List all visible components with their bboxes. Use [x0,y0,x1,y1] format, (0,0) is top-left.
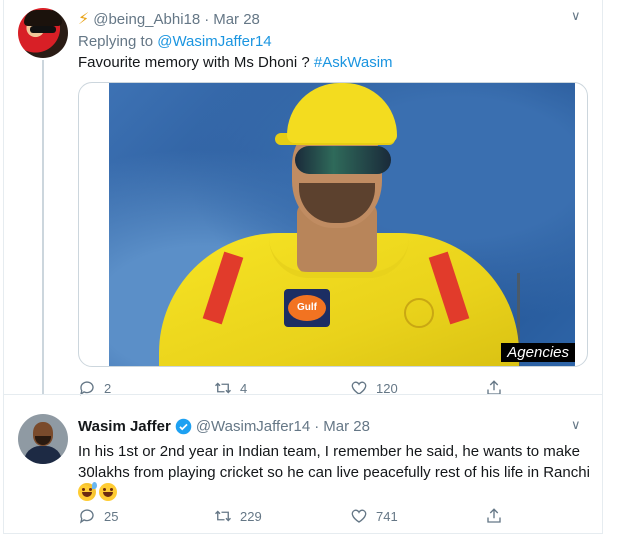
replying-to-line: Replying to @WasimJaffer14 [78,33,272,50]
tweet1-username[interactable]: @being_Abhi18 [93,11,200,28]
header-separator: · [204,10,210,28]
dhoni-photo: Gulf [109,83,575,366]
yellow-cap [287,83,397,143]
chevron-down-icon[interactable]: ∨ [571,417,581,433]
tweet1-date[interactable]: Mar 28 [213,11,260,28]
like-button[interactable]: 741 [350,507,398,525]
csk-logo [404,298,434,328]
tweet2-body: In his 1st or 2nd year in Indian team, I… [78,443,590,481]
gulf-logo-text: Gulf [288,295,326,321]
share-icon [485,507,503,525]
chevron-down-icon[interactable]: ∨ [571,8,581,24]
thread-connector-line [42,60,44,395]
avatar-being-abhi18[interactable] [18,8,68,58]
avatar-glasses [30,26,56,33]
tweet1-header: ⚡ @being_Abhi18 · Mar 28 [78,9,260,29]
hashtag-link[interactable]: #AskWasim [314,54,393,71]
grinning-sweat-emoji [78,482,97,501]
tweet1-body: Favourite memory with Ms Dhoni ? [78,54,314,71]
tweet-divider [3,394,603,395]
avatar-wasim-jaffer[interactable] [18,414,68,464]
retweet-count: 229 [240,508,262,524]
grinning-emoji [99,483,117,501]
retweet-button[interactable]: 229 [214,507,262,525]
replying-prefix: Replying to [78,33,154,50]
replying-to-link[interactable]: @WasimJaffer14 [157,33,271,50]
tweet2-header: Wasim Jaffer @WasimJaffer14 · Mar 28 [78,418,370,435]
avatar-shirt [24,446,62,464]
reply-count: 25 [104,508,119,524]
tweet2-display-name[interactable]: Wasim Jaffer [78,418,171,435]
like-count: 741 [376,508,398,524]
gulf-logo: Gulf [284,289,330,327]
lightning-icon: ⚡ [78,11,90,28]
reply-button[interactable]: 25 [78,507,118,525]
tweet2-username[interactable]: @WasimJaffer14 [196,418,310,435]
header-separator: · [314,418,320,435]
media-credit: Agencies [501,343,575,362]
sunglasses [295,146,391,174]
heart-icon [350,507,368,525]
jersey-collar [269,238,409,278]
tweet2-text: In his 1st or 2nd year in Indian team, I… [78,441,593,504]
tweet2-date[interactable]: Mar 28 [323,418,370,435]
avatar-hair [24,10,62,26]
tweet1-media[interactable]: Gulf Agencies [78,82,588,367]
retweet-icon [214,507,232,525]
tweet1-text: Favourite memory with Ms Dhoni ? #AskWas… [78,54,393,71]
share-button[interactable] [485,507,503,525]
reply-icon [78,507,96,525]
verified-badge-icon [175,418,192,435]
